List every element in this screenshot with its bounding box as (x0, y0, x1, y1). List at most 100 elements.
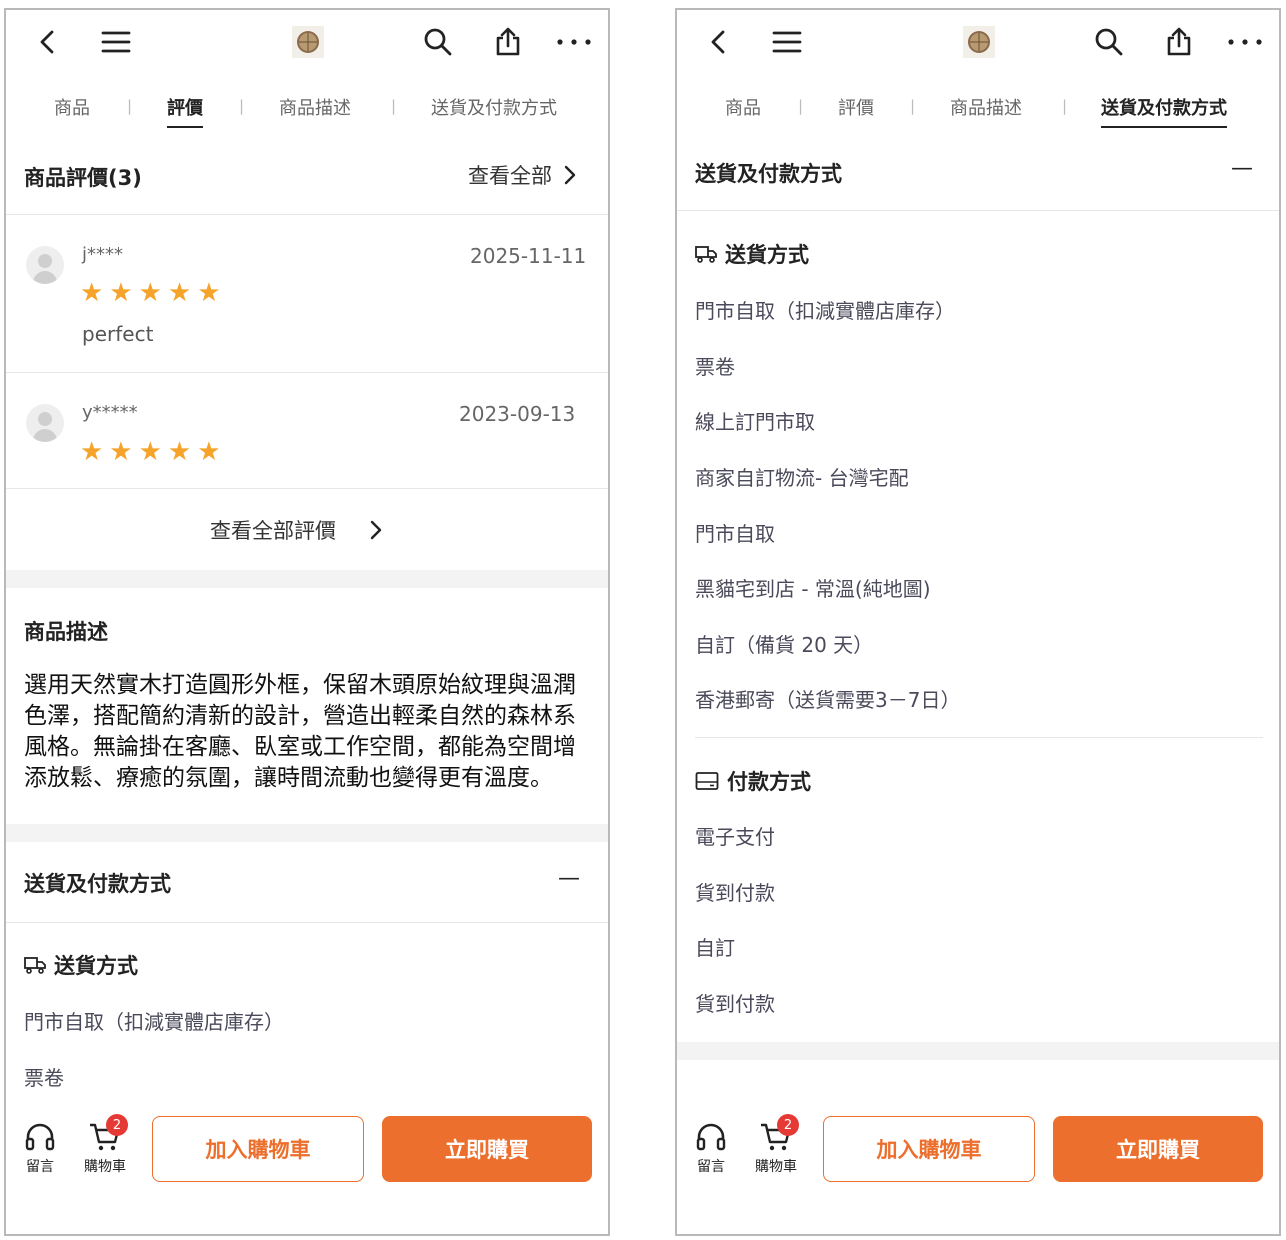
review-user: j**** (82, 244, 124, 265)
tab-products[interactable]: 商品 (54, 94, 90, 120)
more-icon[interactable] (1227, 24, 1263, 60)
divider (6, 488, 608, 489)
tab-reviews[interactable]: 評價 (838, 94, 874, 120)
view-all-link[interactable]: 查看全部 (468, 160, 576, 190)
shipping-method-header: 送貨方式 (695, 239, 809, 269)
cart-label: 購物車 (84, 1159, 126, 1175)
view-all-label: 查看全部 (468, 164, 552, 188)
cart-count-badge: 2 (106, 1114, 128, 1136)
cart-button[interactable]: 2 購物車 (755, 1114, 799, 1176)
buy-now-button[interactable]: 立即購買 (382, 1116, 592, 1182)
payment-option: 自訂 (695, 936, 735, 960)
buy-now-button[interactable]: 立即購買 (1053, 1116, 1263, 1182)
headset-icon (696, 1123, 726, 1151)
tab-separator: | (239, 97, 245, 115)
tab-description[interactable]: 商品描述 (950, 94, 1022, 120)
tab-reviews[interactable]: 評價 (167, 94, 203, 128)
menu-icon[interactable] (769, 24, 805, 60)
top-nav-bar (677, 10, 1279, 74)
headset-icon (25, 1123, 55, 1151)
star-rating: ★★★★★ (80, 278, 227, 308)
divider (6, 372, 608, 373)
chat-button[interactable]: 留言 (695, 1122, 727, 1176)
shipping-option: 門市自取（扣減實體店庫存） (695, 299, 955, 323)
section-tabs: 商品 | 評價 | 商品描述 | 送貨及付款方式 (677, 86, 1279, 136)
payment-option: 貨到付款 (695, 881, 775, 905)
shipping-option: 門市自取 (695, 522, 775, 546)
payment-option: 貨到付款 (695, 992, 775, 1016)
shipping-option: 黑貓宅到店 - 常溫(純地圖) (695, 577, 931, 601)
tab-separator: | (391, 97, 397, 115)
tab-separator: | (1062, 97, 1068, 115)
avatar (26, 246, 64, 284)
section-tabs: 商品 | 評價 | 商品描述 | 送貨及付款方式 (6, 86, 608, 136)
description-title: 商品描述 (24, 620, 108, 644)
cart-count-badge: 2 (777, 1114, 799, 1136)
description-text: 選用天然實木打造圓形外框，保留木頭原始紋理與溫潤色澤，搭配簡約清新的設計，營造出… (24, 672, 576, 791)
shipping-option: 門市自取（扣減實體店庫存） (24, 1010, 284, 1034)
review-date: 2025-11-11 (470, 244, 587, 268)
shipping-option: 票卷 (24, 1066, 64, 1090)
review-comment: perfect (82, 322, 154, 346)
truck-icon (695, 246, 717, 263)
shipping-option: 香港郵寄（送貨需要3－7日） (695, 688, 961, 712)
section-gap (6, 824, 608, 842)
top-nav-bar (6, 10, 608, 74)
search-icon[interactable] (420, 24, 456, 60)
shipping-payment-title: 送貨及付款方式 (695, 162, 842, 186)
divider (6, 214, 608, 215)
store-logo[interactable] (290, 24, 326, 60)
shipping-payment-title: 送貨及付款方式 (24, 872, 171, 896)
tab-description[interactable]: 商品描述 (279, 94, 351, 120)
collapse-icon[interactable]: — (1231, 156, 1253, 181)
shipping-option: 線上訂門市取 (695, 410, 815, 434)
divider (6, 922, 608, 923)
share-icon[interactable] (490, 24, 526, 60)
chat-label: 留言 (697, 1159, 725, 1175)
shipping-option: 票卷 (695, 355, 735, 379)
divider (677, 210, 1279, 211)
view-all-reviews-label: 查看全部評價 (210, 519, 336, 543)
truck-icon (24, 957, 46, 974)
payment-option: 電子支付 (695, 825, 775, 849)
shipping-method-header: 送貨方式 (24, 950, 138, 980)
add-to-cart-button[interactable]: 加入購物車 (823, 1116, 1035, 1182)
search-icon[interactable] (1091, 24, 1127, 60)
review-user: y***** (82, 402, 138, 423)
chat-button[interactable]: 留言 (24, 1122, 56, 1176)
chat-label: 留言 (26, 1159, 54, 1175)
tab-shipping-payment[interactable]: 送貨及付款方式 (431, 94, 557, 120)
back-icon[interactable] (30, 24, 66, 60)
bottom-action-bar: 留言 2 購物車 加入購物車 立即購買 (677, 1098, 1279, 1234)
shipping-method-title: 送貨方式 (725, 243, 809, 267)
avatar (26, 404, 64, 442)
bottom-action-bar: 留言 2 購物車 加入購物車 立即購買 (6, 1098, 608, 1234)
shipping-method-title: 送貨方式 (54, 954, 138, 978)
tab-separator: | (798, 97, 804, 115)
chevron-right-icon (564, 165, 576, 185)
chevron-right-icon (370, 520, 382, 540)
share-icon[interactable] (1161, 24, 1197, 60)
back-icon[interactable] (701, 24, 737, 60)
more-icon[interactable] (556, 24, 592, 60)
menu-icon[interactable] (98, 24, 134, 60)
card-icon (695, 772, 719, 790)
payment-method-header: 付款方式 (695, 766, 811, 796)
tab-products[interactable]: 商品 (725, 94, 761, 120)
review-date: 2023-09-13 (459, 402, 576, 426)
collapse-icon[interactable]: — (558, 866, 580, 891)
cart-button[interactable]: 2 購物車 (84, 1114, 128, 1176)
store-logo[interactable] (961, 24, 997, 60)
view-all-reviews-button[interactable]: 查看全部評價 (210, 515, 382, 545)
screen-reviews: 商品 | 評價 | 商品描述 | 送貨及付款方式 商品評價(3) 查看全部 j*… (4, 8, 610, 1236)
tab-separator: | (910, 97, 916, 115)
reviews-title: 商品評價(3) (24, 166, 142, 190)
section-gap (6, 570, 608, 588)
tab-separator: | (127, 97, 133, 115)
payment-method-title: 付款方式 (727, 770, 811, 794)
tab-shipping-payment[interactable]: 送貨及付款方式 (1101, 94, 1227, 128)
screen-shipping-payment: 商品 | 評價 | 商品描述 | 送貨及付款方式 送貨及付款方式 — 送貨方式 … (675, 8, 1281, 1236)
add-to-cart-button[interactable]: 加入購物車 (152, 1116, 364, 1182)
section-gap (677, 1042, 1279, 1060)
shipping-option: 自訂（備貨 20 天） (695, 633, 874, 657)
